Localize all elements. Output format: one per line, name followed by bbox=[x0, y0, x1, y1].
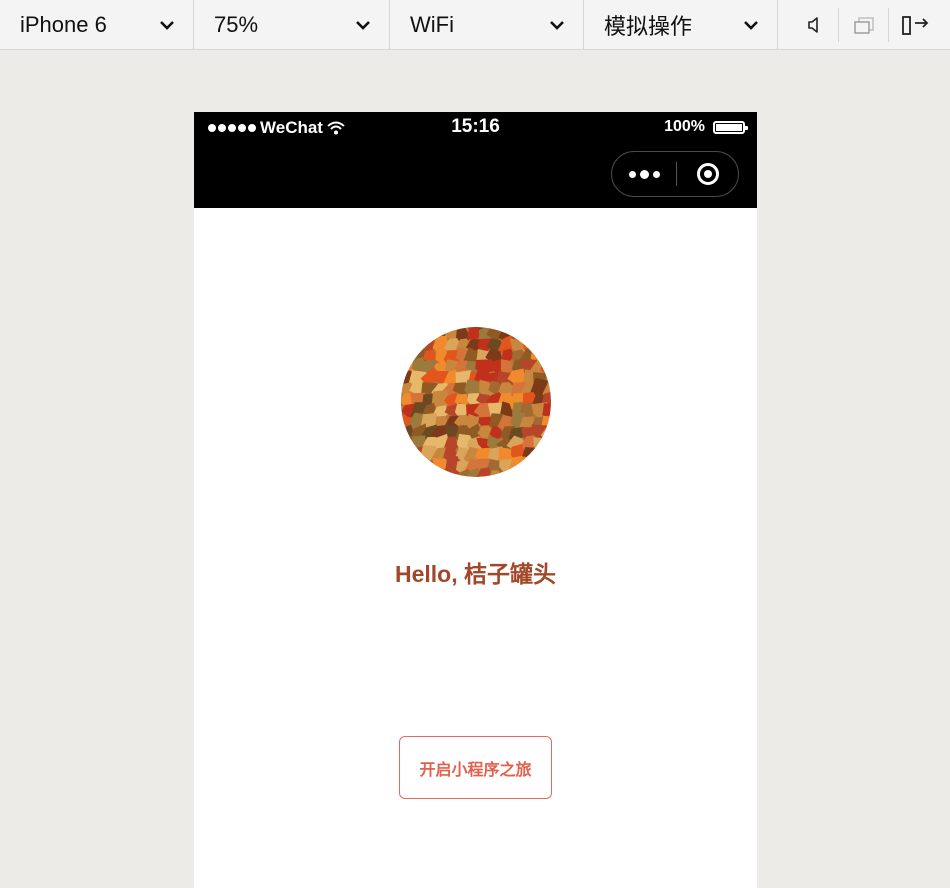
device-select[interactable]: iPhone 6 bbox=[0, 0, 194, 49]
device-select-label: iPhone 6 bbox=[20, 11, 107, 37]
menu-capsule bbox=[611, 151, 739, 197]
battery-percent: 100% bbox=[664, 118, 705, 135]
avatar-mosaic-tile bbox=[545, 327, 551, 343]
avatar-mosaic-tile bbox=[531, 469, 551, 477]
avatar-mosaic-tile bbox=[401, 327, 408, 343]
chevron-down-icon bbox=[356, 20, 370, 30]
battery-info: 100% bbox=[664, 118, 748, 136]
avatar-mosaic-tile bbox=[533, 437, 551, 455]
avatar-mosaic-tile bbox=[401, 425, 405, 441]
chevron-down-icon bbox=[160, 20, 174, 30]
zoom-select-label: 75% bbox=[214, 11, 259, 37]
status-bar: WeChat 15:16 100% bbox=[194, 112, 757, 208]
dock-right-icon[interactable] bbox=[896, 0, 936, 49]
avatar-mosaic-tile bbox=[401, 446, 417, 466]
avatar-mosaic-tile bbox=[528, 458, 551, 476]
avatar-mosaic-tile bbox=[541, 336, 551, 353]
avatar-mosaic-tile bbox=[542, 446, 551, 467]
avatar-mosaic-tile bbox=[412, 468, 430, 477]
avatar-mosaic-tile bbox=[522, 327, 537, 345]
avatar-mosaic-tile bbox=[432, 327, 453, 331]
network-select[interactable]: WiFi bbox=[390, 0, 584, 49]
avatar-mosaic-tile bbox=[543, 467, 551, 477]
close-miniprogram-icon[interactable] bbox=[677, 152, 739, 196]
avatar-mosaic-tile bbox=[401, 336, 406, 355]
speaker-icon[interactable] bbox=[796, 0, 832, 49]
battery-icon bbox=[713, 120, 748, 134]
avatar-mosaic-tile bbox=[520, 467, 539, 477]
avatar-mosaic-tile bbox=[500, 327, 518, 330]
avatar-mosaic-tile bbox=[401, 459, 406, 473]
avatar-mosaic-tile bbox=[534, 327, 549, 331]
network-select-label: WiFi bbox=[410, 11, 454, 37]
avatar-mosaic-tile bbox=[421, 466, 437, 477]
avatar-mosaic-tile bbox=[401, 338, 417, 351]
simulator-toolbar: iPhone 6 75% WiFi 模拟操作 bbox=[0, 0, 950, 50]
avatar-mosaic-tile bbox=[401, 327, 406, 331]
greeting-text: Hello, 桔子罐头 bbox=[394, 561, 556, 587]
start-journey-button[interactable]: 开启小程序之旅 bbox=[399, 736, 552, 799]
avatar-mosaic-tile bbox=[401, 348, 407, 367]
toolbar-divider bbox=[838, 8, 839, 42]
avatar-mosaic-tile bbox=[401, 469, 417, 477]
window-icon[interactable] bbox=[846, 0, 882, 49]
avatar-mosaic-tile bbox=[510, 327, 526, 330]
avatar-mosaic-tile bbox=[401, 456, 417, 477]
avatar-mosaic-tile bbox=[542, 436, 551, 453]
zoom-select[interactable]: 75% bbox=[194, 0, 390, 49]
avatar-mosaic-tile bbox=[544, 349, 551, 367]
avatar-mosaic-tile bbox=[544, 457, 551, 473]
operation-select-label: 模拟操作 bbox=[604, 13, 693, 39]
more-menu-icon[interactable] bbox=[612, 152, 676, 196]
chevron-down-icon bbox=[744, 20, 758, 30]
avatar-mosaic-tile bbox=[412, 458, 428, 475]
avatar-mosaic-tile bbox=[401, 327, 417, 332]
operation-select[interactable]: 模拟操作 bbox=[584, 0, 778, 49]
avatar bbox=[401, 327, 551, 477]
avatar-mosaic-tile bbox=[533, 327, 549, 341]
avatar-mosaic-tile bbox=[540, 327, 551, 332]
avatar-mosaic-tile bbox=[520, 327, 536, 330]
avatar-mosaic-tile bbox=[530, 334, 547, 352]
toolbar-divider bbox=[888, 8, 889, 42]
avatar-mosaic-tile bbox=[423, 327, 438, 333]
avatar-mosaic-tile bbox=[401, 447, 408, 463]
avatar-mosaic-tile bbox=[512, 469, 527, 477]
avatar-mosaic-tile bbox=[402, 327, 420, 345]
avatar-mosaic-tile bbox=[411, 327, 429, 332]
avatar-mosaic-tile bbox=[434, 470, 449, 477]
avatar-mosaic-tile bbox=[401, 434, 406, 455]
avatar-mosaic-tile bbox=[412, 327, 427, 346]
chevron-down-icon bbox=[550, 20, 564, 30]
avatar-mosaic-tile bbox=[401, 466, 409, 477]
phone-screen: WeChat 15:16 100% Hello, 桔子罐头 开启小程序之旅 bbox=[194, 112, 757, 888]
